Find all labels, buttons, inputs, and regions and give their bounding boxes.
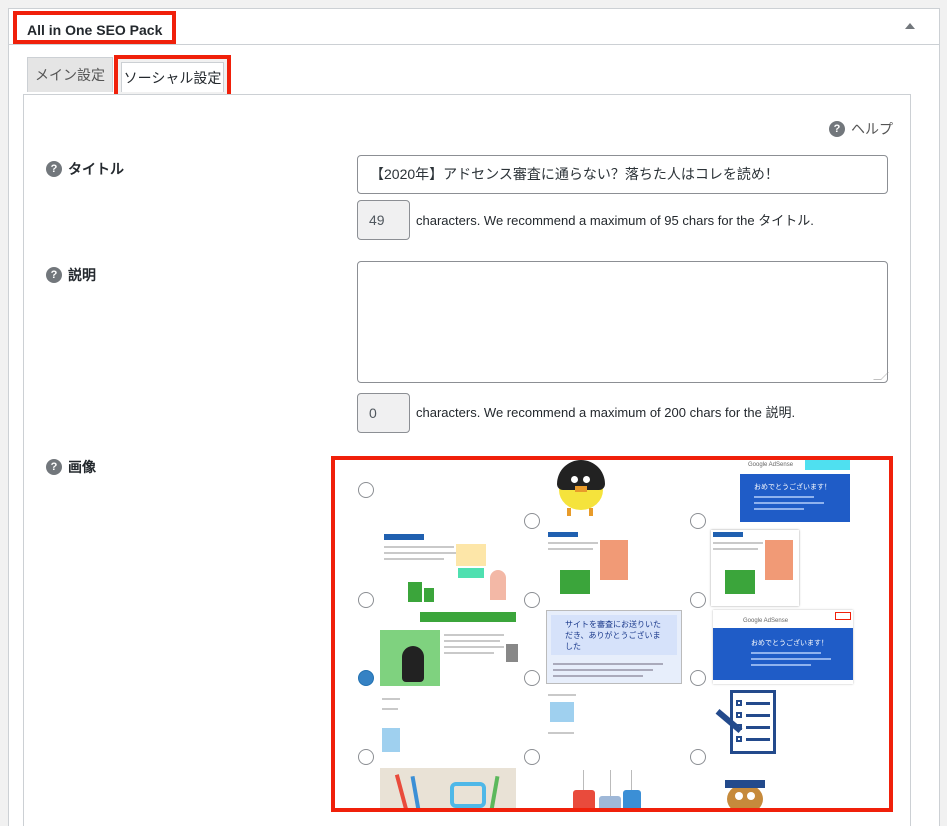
tags-illustration-thumb[interactable] [565, 770, 645, 808]
postbox-header[interactable]: All in One SEO Pack [9, 9, 939, 45]
pencils-photo-thumb[interactable] [380, 768, 516, 808]
image-choice-grid: Google AdSense おめでとうございます！ サイトを審査にお送りいただ… [331, 456, 893, 812]
image-option-radio[interactable] [690, 513, 706, 529]
blog-screenshot-thumb[interactable] [546, 688, 580, 762]
blog-screenshot-thumb[interactable] [380, 530, 510, 606]
title-count-hint: characters. We recommend a maximum of 95… [416, 213, 814, 228]
image-field-label: ? 画像 [46, 457, 96, 477]
resize-handle-icon[interactable] [873, 372, 889, 380]
help-link[interactable]: ? ヘルプ [829, 119, 929, 139]
image-option-radio[interactable] [358, 482, 374, 498]
checklist-document-thumb[interactable] [712, 688, 788, 762]
image-option-radio[interactable] [690, 749, 706, 765]
tab-social-settings[interactable]: ソーシャル設定 [114, 55, 231, 99]
image-option-radio[interactable] [358, 592, 374, 608]
image-option-radio[interactable] [524, 670, 540, 686]
title-field-label: ? タイトル [46, 159, 124, 179]
blog-screenshot-thumb[interactable] [711, 530, 799, 606]
image-option-radio[interactable] [524, 592, 540, 608]
adsense-approval-email-thumb[interactable]: Google AdSense おめでとうございます！ [713, 610, 853, 684]
question-circle-icon[interactable]: ? [46, 459, 62, 475]
adsense-notice-card-thumb[interactable]: サイトを審査にお送りいただき、ありがとうございました [546, 610, 682, 684]
description-count-hint: characters. We recommend a maximum of 20… [416, 405, 796, 420]
blog-screenshot-thumb[interactable] [546, 530, 634, 606]
owl-mascot-thumb[interactable] [719, 778, 779, 808]
image-option-radio[interactable] [690, 670, 706, 686]
image-option-radio-selected[interactable] [358, 670, 374, 686]
description-field-label: ? 説明 [46, 265, 96, 285]
question-circle-icon: ? [829, 121, 845, 137]
help-label: ヘルプ [851, 121, 893, 137]
blog-screenshot-thumb[interactable] [380, 688, 402, 762]
description-char-count: 0 [357, 393, 410, 433]
green-site-banner-thumb[interactable] [380, 610, 520, 688]
og-title-input[interactable]: 【2020年】アドセンス審査に通らない？落ちた人はコレを読め！ [357, 155, 888, 194]
darth-chick-mascot-thumb[interactable] [553, 460, 617, 520]
tab-social-settings-label: ソーシャル設定 [121, 62, 224, 92]
og-description-textarea[interactable] [357, 261, 889, 383]
collapse-arrow-icon[interactable] [905, 23, 915, 29]
image-option-radio[interactable] [358, 749, 374, 765]
postbox-title: All in One SEO Pack [13, 11, 177, 44]
question-circle-icon[interactable]: ? [46, 161, 62, 177]
image-option-radio[interactable] [690, 592, 706, 608]
question-circle-icon[interactable]: ? [46, 267, 62, 283]
adsense-approval-email-thumb[interactable]: Google AdSense おめでとうございます！ [740, 460, 850, 524]
title-char-count: 49 [357, 200, 410, 240]
image-option-radio[interactable] [524, 749, 540, 765]
tab-main-settings[interactable]: メイン設定 [27, 57, 113, 92]
image-option-radio[interactable] [524, 513, 540, 529]
